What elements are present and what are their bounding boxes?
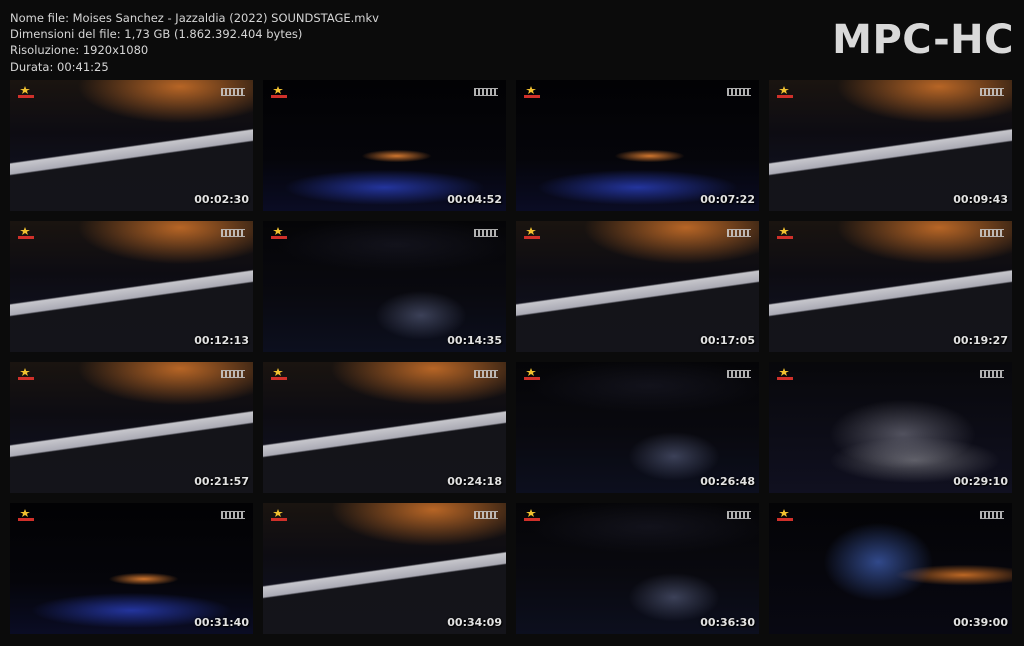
thumbnail-grid: 00:02:30 00:04:52 00:07:22 00:09:43 00:1… — [10, 80, 1012, 634]
thumbnail: 00:04:52 — [263, 80, 506, 211]
channel-logo-icon — [777, 368, 793, 382]
thumbnail: 00:34:09 — [263, 503, 506, 634]
thumbnail: 00:12:13 — [10, 221, 253, 352]
timestamp: 00:29:10 — [953, 475, 1008, 488]
timestamp: 00:12:13 — [194, 334, 249, 347]
timestamp: 00:39:00 — [953, 616, 1008, 629]
duration: Durata: 00:41:25 — [10, 59, 109, 74]
thumbnail: 00:19:27 — [769, 221, 1012, 352]
video-frame — [769, 362, 1012, 493]
soundstage-watermark-icon — [727, 88, 751, 96]
thumbnail: 00:29:10 — [769, 362, 1012, 493]
thumbnail: 00:24:18 — [263, 362, 506, 493]
soundstage-watermark-icon — [980, 511, 1004, 519]
channel-logo-icon — [777, 86, 793, 100]
file-size: Dimensioni del file: 1,73 GB (1.862.392.… — [10, 27, 303, 42]
soundstage-watermark-icon — [980, 229, 1004, 237]
soundstage-watermark-icon — [980, 370, 1004, 378]
thumbnail: 00:14:35 — [263, 221, 506, 352]
soundstage-watermark-icon — [980, 88, 1004, 96]
thumbnail: 00:02:30 — [10, 80, 253, 211]
thumbnail: 00:09:43 — [769, 80, 1012, 211]
soundstage-watermark-icon — [474, 370, 498, 378]
timestamp: 00:04:52 — [447, 193, 502, 206]
file-name: Nome file: Moises Sanchez - Jazzaldia (2… — [10, 11, 379, 25]
soundstage-watermark-icon — [474, 229, 498, 237]
channel-logo-icon — [777, 509, 793, 523]
video-frame — [10, 362, 253, 493]
thumbnail: 00:07:22 — [516, 80, 759, 211]
soundstage-watermark-icon — [474, 511, 498, 519]
channel-logo-icon — [18, 227, 34, 241]
thumbnail: 00:21:57 — [10, 362, 253, 493]
soundstage-watermark-icon — [221, 88, 245, 96]
timestamp: 00:31:40 — [194, 616, 249, 629]
timestamp: 00:17:05 — [700, 334, 755, 347]
video-frame — [10, 503, 253, 634]
timestamp: 00:21:57 — [194, 475, 249, 488]
channel-logo-icon — [271, 509, 287, 523]
video-frame — [516, 503, 759, 634]
video-frame — [263, 503, 506, 634]
video-frame — [769, 80, 1012, 211]
timestamp: 00:14:35 — [447, 334, 502, 347]
channel-logo-icon — [18, 368, 34, 382]
thumbnail: 00:39:00 — [769, 503, 1012, 634]
thumbnail-sheet: Nome file: Moises Sanchez - Jazzaldia (2… — [0, 0, 1024, 646]
video-frame — [263, 221, 506, 352]
video-frame — [516, 221, 759, 352]
timestamp: 00:24:18 — [447, 475, 502, 488]
timestamp: 00:02:30 — [194, 193, 249, 206]
soundstage-watermark-icon — [221, 511, 245, 519]
soundstage-watermark-icon — [474, 88, 498, 96]
channel-logo-icon — [524, 509, 540, 523]
soundstage-watermark-icon — [221, 370, 245, 378]
thumbnail: 00:26:48 — [516, 362, 759, 493]
video-frame — [10, 80, 253, 211]
resolution: Risoluzione: 1920x1080 — [10, 43, 149, 58]
timestamp: 00:19:27 — [953, 334, 1008, 347]
video-frame — [263, 362, 506, 493]
video-frame — [10, 221, 253, 352]
thumbnail: 00:17:05 — [516, 221, 759, 352]
timestamp: 00:36:30 — [700, 616, 755, 629]
timestamp: 00:34:09 — [447, 616, 502, 629]
channel-logo-icon — [524, 368, 540, 382]
timestamp: 00:09:43 — [953, 193, 1008, 206]
video-frame — [769, 221, 1012, 352]
channel-logo-icon — [777, 227, 793, 241]
soundstage-watermark-icon — [727, 370, 751, 378]
video-frame — [516, 80, 759, 211]
timestamp: 00:26:48 — [700, 475, 755, 488]
channel-logo-icon — [524, 86, 540, 100]
file-info: Nome file: Moises Sanchez - Jazzaldia (2… — [10, 10, 379, 75]
channel-logo-icon — [271, 368, 287, 382]
soundstage-watermark-icon — [221, 229, 245, 237]
channel-logo-icon — [18, 86, 34, 100]
channel-logo-icon — [524, 227, 540, 241]
soundstage-watermark-icon — [727, 511, 751, 519]
channel-logo-icon — [271, 86, 287, 100]
timestamp: 00:07:22 — [700, 193, 755, 206]
channel-logo-icon — [271, 227, 287, 241]
thumbnail: 00:31:40 — [10, 503, 253, 634]
thumbnail: 00:36:30 — [516, 503, 759, 634]
video-frame — [769, 503, 1012, 634]
brand-logo: MPC-HC — [832, 17, 1014, 63]
video-frame — [516, 362, 759, 493]
soundstage-watermark-icon — [727, 229, 751, 237]
video-frame — [263, 80, 506, 211]
channel-logo-icon — [18, 509, 34, 523]
